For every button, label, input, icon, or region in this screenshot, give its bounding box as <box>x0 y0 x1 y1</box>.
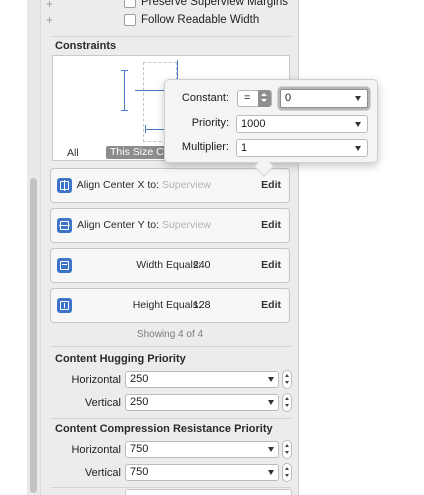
hugging-vertical-stepper[interactable] <box>282 393 292 412</box>
hugging-horizontal-select[interactable]: 250 <box>125 371 279 388</box>
constraints-count: Showing 4 of 4 <box>136 329 204 340</box>
preserve-superview-margins-checkbox[interactable] <box>124 0 136 8</box>
constant-field[interactable]: 0 <box>280 89 368 108</box>
divider <box>51 346 291 347</box>
chevron-down-icon[interactable] <box>355 146 361 151</box>
chevron-down-icon[interactable] <box>355 122 361 127</box>
multiplier-field[interactable]: 1 <box>236 139 368 157</box>
compression-horizontal-label: Horizontal <box>71 444 121 456</box>
edit-button[interactable]: Edit <box>261 179 281 191</box>
relation-stepper-icon[interactable] <box>258 90 271 107</box>
hugging-vertical-select[interactable]: 250 <box>125 394 279 411</box>
chevron-down-icon <box>268 470 274 475</box>
constraint-value: 128 <box>193 299 211 311</box>
height-icon <box>57 298 72 313</box>
constraint-align-center-x[interactable]: Align Center X to: Superview Edit <box>50 168 290 203</box>
scrollbar-track[interactable] <box>27 0 41 495</box>
divider <box>51 418 291 419</box>
follow-readable-width-label: Follow Readable Width <box>141 14 260 26</box>
edit-button[interactable]: Edit <box>261 219 281 231</box>
divider <box>51 487 291 488</box>
constraint-align-center-y[interactable]: Align Center Y to: Superview Edit <box>50 208 290 243</box>
hugging-horizontal-stepper[interactable] <box>282 370 292 389</box>
align-center-y-icon <box>57 218 72 233</box>
priority-field[interactable]: 1000 <box>236 115 368 133</box>
constraint-line-vertical <box>124 70 125 111</box>
align-center-x-icon <box>57 178 72 193</box>
compression-vertical-select[interactable]: 750 <box>125 464 279 481</box>
constraint-editor-popover: Constant: = 0 Priority: 1000 Multiplier:… <box>164 79 378 177</box>
constraint-label: Align Center X to: Superview <box>76 179 211 191</box>
constraint-line-cap <box>121 110 128 111</box>
divider <box>51 36 291 37</box>
compression-horizontal-stepper[interactable] <box>282 440 292 459</box>
compression-vertical-label: Vertical <box>84 467 121 479</box>
left-gutter <box>0 0 46 495</box>
relation-select[interactable]: = <box>237 90 272 107</box>
constraint-label: Align Center Y to: Superview <box>77 219 211 231</box>
preserve-superview-margins-label: Preserve Superview Margins <box>141 0 289 8</box>
hugging-vertical-label: Vertical <box>84 397 121 409</box>
constraint-line-cap <box>121 70 128 71</box>
preserve-superview-margins-row[interactable]: Preserve Superview Margins <box>124 0 288 8</box>
hugging-horizontal-label: Horizontal <box>71 374 121 386</box>
constraints-section-title: Constraints <box>55 40 117 52</box>
chevron-down-icon <box>268 447 274 452</box>
constant-label: Constant: <box>181 92 229 104</box>
inspector-window: + Preserve Superview Margins + Follow Re… <box>0 0 424 495</box>
follow-readable-width-row[interactable]: Follow Readable Width <box>124 14 259 26</box>
add-variation-icon[interactable]: + <box>46 13 53 27</box>
scope-all-tab[interactable]: All <box>67 147 79 159</box>
add-variation-icon[interactable]: + <box>46 0 53 11</box>
next-field-partial[interactable] <box>125 489 292 495</box>
compression-horizontal-select[interactable]: 750 <box>125 441 279 458</box>
edit-button[interactable]: Edit <box>261 299 281 311</box>
chevron-down-icon[interactable] <box>355 96 361 101</box>
multiplier-label: Multiplier: <box>181 141 229 153</box>
content-hugging-title: Content Hugging Priority <box>55 353 186 365</box>
priority-label: Priority: <box>191 117 229 129</box>
width-icon <box>57 258 72 273</box>
constraint-height-equals[interactable]: Height Equals: 128 Edit <box>50 288 290 323</box>
chevron-down-icon <box>268 377 274 382</box>
scrollbar-thumb[interactable] <box>30 178 37 493</box>
compression-vertical-stepper[interactable] <box>282 463 292 482</box>
constraint-line-cap <box>145 125 146 133</box>
constraint-width-equals[interactable]: Width Equals: 240 Edit <box>50 248 290 283</box>
follow-readable-width-checkbox[interactable] <box>124 14 136 26</box>
constraint-value: 240 <box>193 259 211 271</box>
chevron-down-icon <box>268 400 274 405</box>
edit-button[interactable]: Edit <box>261 259 281 271</box>
constraint-line-vertical <box>177 60 178 80</box>
constraint-label: Height Equals: <box>132 299 201 311</box>
size-inspector-panel: + Preserve Superview Margins + Follow Re… <box>41 0 299 495</box>
compression-resistance-title: Content Compression Resistance Priority <box>55 423 273 435</box>
constraint-label: Width Equals: <box>136 259 201 271</box>
